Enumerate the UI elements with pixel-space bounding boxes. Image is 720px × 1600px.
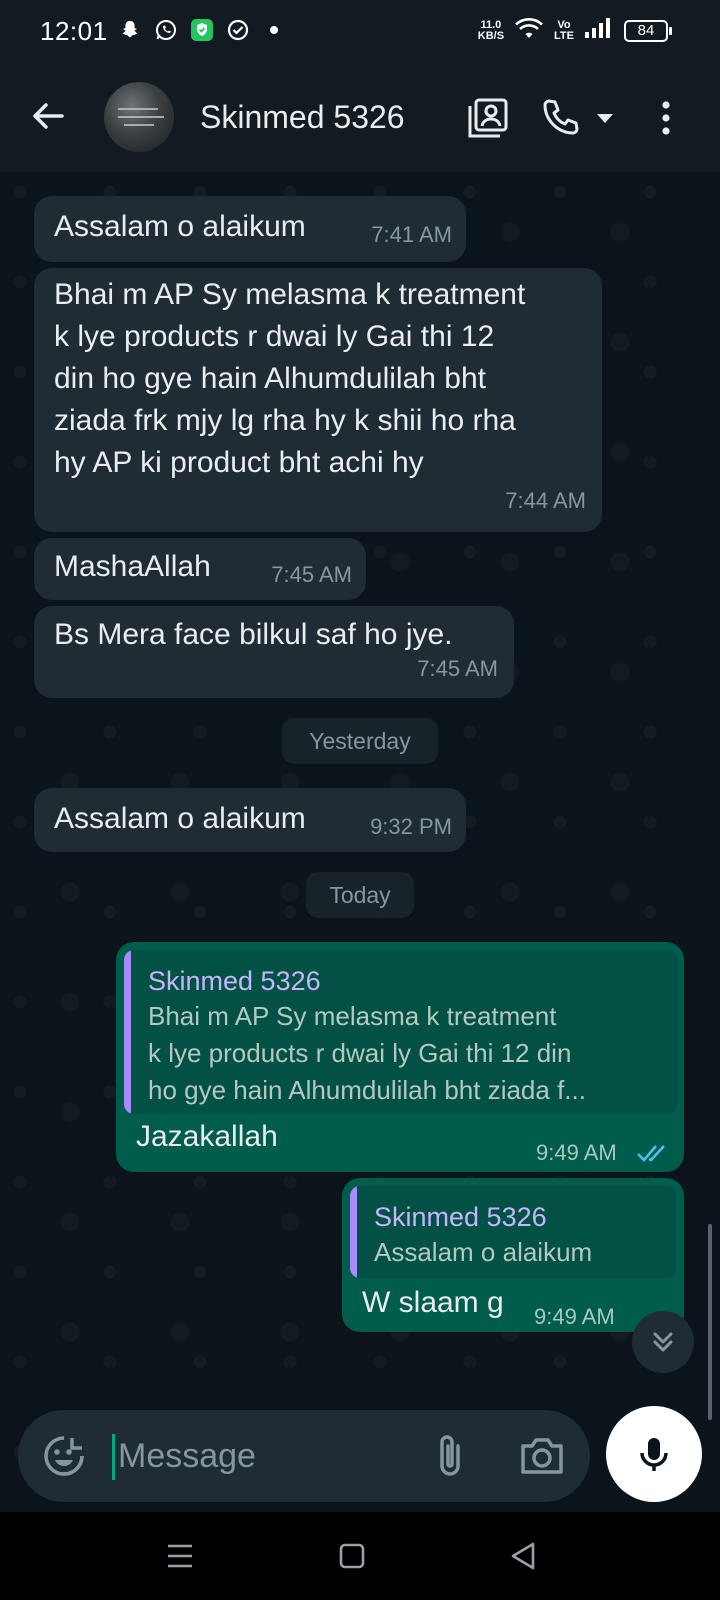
net-speed-value: 11.0	[480, 18, 502, 31]
message-line: Bhai m AP Sy melasma k treatment	[54, 278, 526, 311]
message-text: Bs Mera face bilkul saf ho jye.	[54, 618, 453, 651]
quote-accent-bar	[350, 1186, 357, 1278]
scroll-indicator[interactable]	[708, 1224, 712, 1420]
signal-icon	[584, 16, 614, 45]
check-circle-icon	[226, 18, 250, 42]
message-text: Assalam o alaikum	[54, 802, 306, 835]
recents-icon[interactable]	[162, 1538, 198, 1574]
attach-icon[interactable]	[428, 1432, 472, 1480]
message-line: hy AP ki product bht achi hy	[54, 446, 424, 479]
message-time: 9:32 PM	[370, 814, 452, 839]
quote-author: Skinmed 5326	[374, 1202, 547, 1232]
shield-icon	[190, 18, 214, 42]
message-time: 9:49 AM	[534, 1304, 615, 1329]
quoted-message[interactable]: Skinmed 5326 Bhai m AP Sy melasma k trea…	[124, 950, 678, 1114]
net-speed-unit: KB/S	[477, 29, 505, 42]
double-chevron-down-icon	[653, 1332, 673, 1352]
volte-top: Vo	[557, 18, 571, 31]
quote-text: Assalam o alaikum	[374, 1234, 592, 1271]
dropdown-icon[interactable]	[590, 96, 620, 140]
phone-icon[interactable]	[538, 96, 582, 140]
quote-line: Assalam o alaikum	[374, 1237, 593, 1267]
message-text: MashaAllah	[54, 550, 211, 583]
outgoing-message[interactable]: Skinmed 5326 Bhai m AP Sy melasma k trea…	[116, 942, 684, 1172]
avatar-detail	[118, 108, 158, 110]
message-line: k lye products r dwai ly Gai thi 12	[54, 320, 495, 353]
mic-icon	[640, 1438, 668, 1471]
message-text: Jazakallah	[136, 1120, 278, 1153]
quote-author: Skinmed 5326	[148, 966, 321, 996]
avatar[interactable]	[104, 82, 174, 152]
message-text: Assalam o alaikum	[54, 210, 306, 243]
quote-line: k lye products r dwai ly Gai thi 12 din	[148, 1038, 572, 1068]
avatar-detail	[124, 124, 154, 126]
date-divider: Yesterday	[282, 718, 438, 764]
more-vert-icon[interactable]	[646, 96, 686, 140]
quoted-message[interactable]: Skinmed 5326 Assalam o alaikum	[350, 1186, 676, 1278]
back-icon[interactable]	[506, 1538, 542, 1574]
message-text: Bhai m AP Sy melasma k treatment k lye p…	[54, 274, 525, 484]
emoji-icon[interactable]	[42, 1434, 86, 1478]
message-list[interactable]: Assalam o alaikum 7:41 AM Bhai m AP Sy m…	[0, 172, 720, 1512]
network-speed: 11.0 KB/S	[477, 18, 505, 42]
incoming-message[interactable]: MashaAllah 7:45 AM	[34, 538, 366, 600]
incoming-message[interactable]: Bhai m AP Sy melasma k treatment k lye p…	[34, 268, 602, 532]
volte-bottom: LTE	[554, 29, 574, 42]
snapchat-icon	[118, 18, 142, 42]
message-line: din ho gye hain Alhumdulilah bht	[54, 362, 486, 395]
read-ticks-icon	[636, 1134, 670, 1176]
system-navbar	[0, 1512, 720, 1600]
mic-button[interactable]	[606, 1406, 702, 1502]
incoming-message[interactable]: Bs Mera face bilkul saf ho jye. 7:45 AM	[34, 606, 514, 698]
date-divider: Today	[306, 872, 414, 918]
whatsapp-icon	[154, 18, 178, 42]
message-time: 7:45 AM	[271, 562, 352, 587]
quote-line: Bhai m AP Sy melasma k treatment	[148, 1001, 557, 1031]
camera-icon[interactable]	[518, 1432, 566, 1480]
message-time: 7:44 AM	[505, 488, 586, 513]
dot-icon	[262, 18, 286, 42]
chat-header: Skinmed 5326	[0, 66, 720, 172]
avatar-detail	[118, 116, 164, 118]
battery-icon: 84	[624, 19, 672, 42]
quote-text: Bhai m AP Sy melasma k treatment k lye p…	[148, 998, 586, 1109]
notification-icons	[118, 18, 286, 42]
home-icon[interactable]	[334, 1538, 370, 1574]
text-caret	[112, 1434, 115, 1480]
incoming-message[interactable]: Assalam o alaikum 9:32 PM	[34, 788, 466, 852]
quote-accent-bar	[124, 950, 131, 1114]
back-arrow-icon[interactable]	[28, 96, 68, 136]
clock: 12:01	[40, 16, 108, 46]
contact-card-icon[interactable]	[466, 96, 510, 140]
message-time: 9:49 AM	[536, 1140, 617, 1165]
scroll-to-bottom-button[interactable]	[632, 1311, 694, 1373]
message-time: 7:41 AM	[371, 222, 452, 247]
message-composer[interactable]	[18, 1410, 590, 1502]
incoming-message[interactable]: Assalam o alaikum 7:41 AM	[34, 196, 466, 262]
message-time: 7:45 AM	[417, 656, 498, 681]
outgoing-message[interactable]: Skinmed 5326 Assalam o alaikum W slaam g…	[342, 1178, 684, 1332]
system-status-icons: 11.0 KB/S Vo LTE 84	[477, 16, 672, 45]
message-text: W slaam g	[362, 1286, 504, 1319]
quote-line: ho gye hain Alhumdulilah bht ziada f...	[148, 1075, 586, 1105]
status-bar: 12:01 11.0 KB/S Vo LTE 84	[0, 0, 720, 66]
message-input[interactable]	[118, 1430, 398, 1482]
message-line: ziada frk mjy lg rha hy k shii ho rha	[54, 404, 516, 437]
wifi-icon	[514, 16, 544, 45]
volte-indicator: Vo LTE	[554, 18, 574, 42]
contact-name[interactable]: Skinmed 5326	[200, 99, 405, 136]
